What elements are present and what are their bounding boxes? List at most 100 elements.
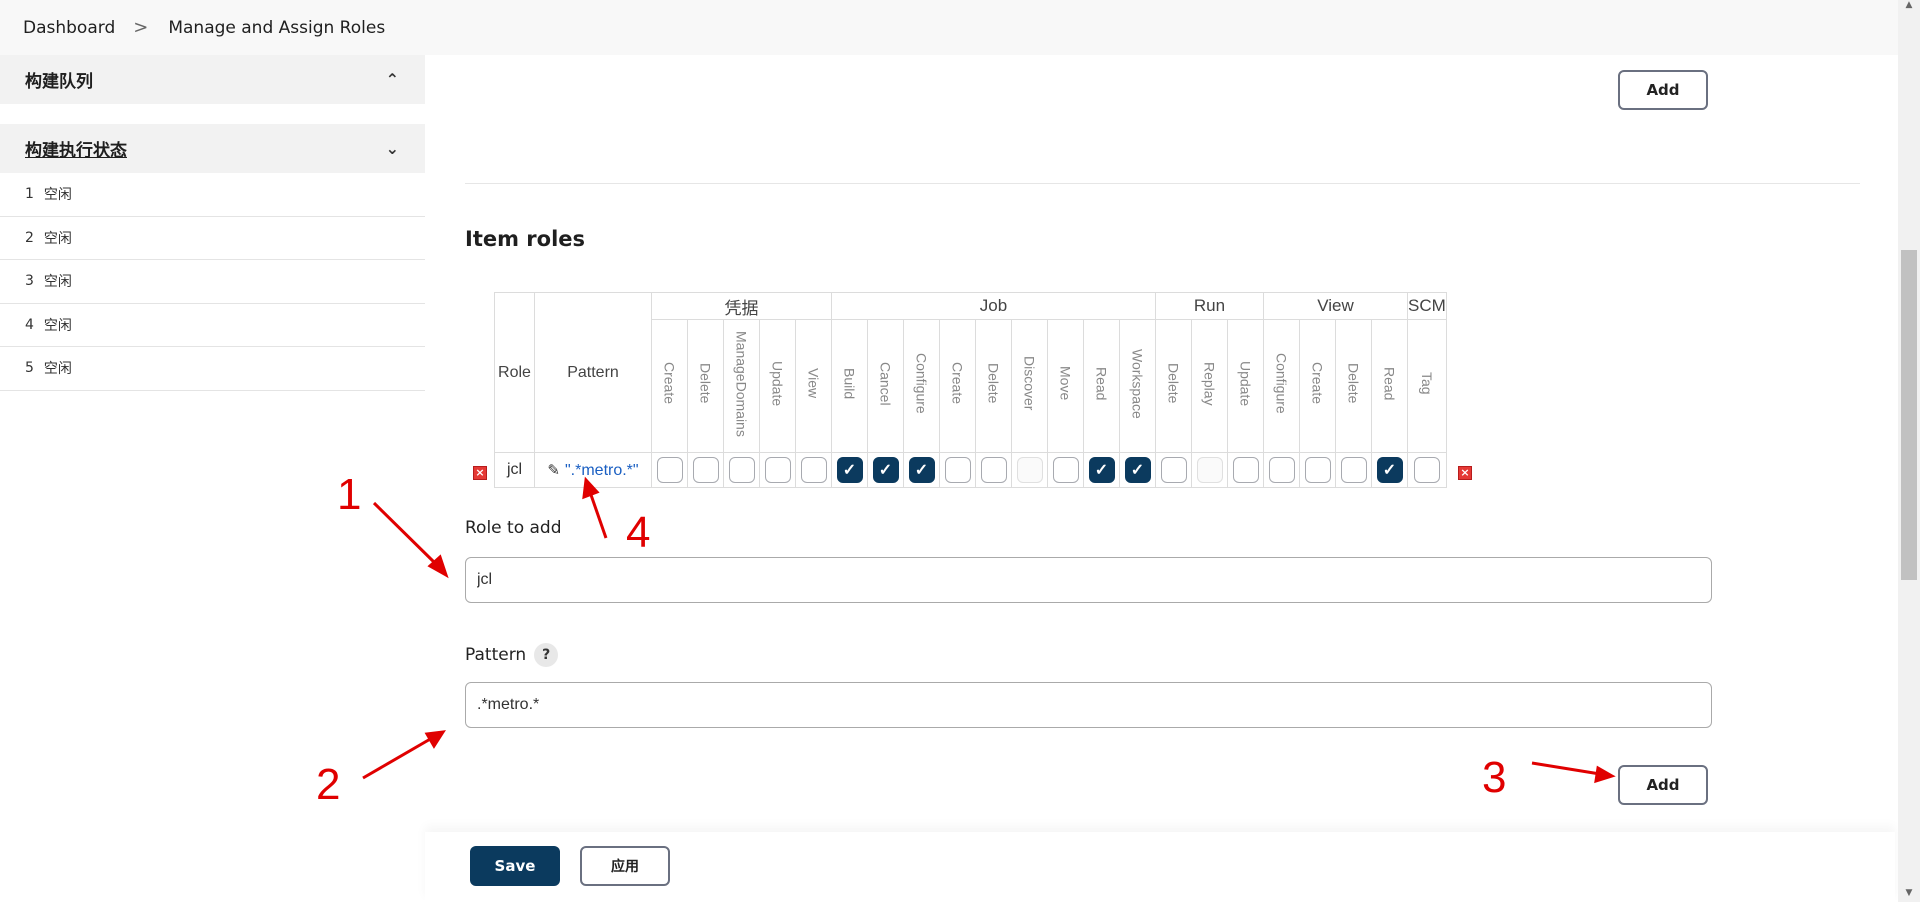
bottom-action-bar: Save 应用 (425, 832, 1895, 902)
permission-header: Create (651, 319, 688, 453)
permission-checkbox[interactable] (728, 457, 755, 483)
permission-group-header: SCM (1407, 292, 1447, 320)
permission-cell (1371, 452, 1408, 488)
breadcrumb-dashboard[interactable]: Dashboard (23, 18, 115, 38)
delete-row-icon-right[interactable]: × (1458, 466, 1472, 480)
permission-header: Delete (1155, 319, 1192, 453)
executor-number: 2 (25, 229, 34, 246)
permission-label: Discover (1021, 356, 1038, 411)
permission-header: Read (1083, 319, 1120, 453)
permission-label: Read (1381, 366, 1398, 401)
executor-item[interactable]: 2 空闲 (0, 217, 425, 260)
executor-status: 空闲 (43, 274, 72, 291)
permission-checkbox[interactable] (1124, 457, 1151, 483)
pencil-icon[interactable]: ✎ (547, 462, 560, 479)
executor-status: 空闲 (43, 317, 72, 334)
permission-header: Create (939, 319, 976, 453)
permission-label: Workspace (1129, 348, 1146, 419)
permission-header: Move (1047, 319, 1084, 453)
breadcrumb-current[interactable]: Manage and Assign Roles (168, 18, 385, 38)
item-roles-table: Role Pattern 凭据 Job Run View SCM Create Delet… (494, 292, 1447, 488)
pattern-cell: ✎ ".*metro.*" (534, 452, 652, 488)
role-column-header: Role (494, 292, 535, 453)
add-global-role-button[interactable]: Add (1618, 70, 1708, 110)
permission-label: Configure (1273, 353, 1290, 414)
permission-checkbox (1016, 457, 1043, 483)
executor-item[interactable]: 4 空闲 (0, 304, 425, 347)
permission-checkbox[interactable] (1376, 457, 1403, 483)
pattern-input[interactable] (465, 682, 1712, 728)
permission-header: Cancel (867, 319, 904, 453)
permission-group-header: Job (831, 292, 1156, 320)
permission-checkbox[interactable] (1413, 457, 1440, 483)
permission-checkbox[interactable] (1088, 457, 1115, 483)
role-to-add-label: Role to add (465, 518, 562, 538)
build-queue-header[interactable]: 构建队列 ⌃ (0, 55, 425, 104)
permission-label: Delete (1165, 363, 1182, 404)
permission-cell (867, 452, 904, 488)
pattern-label-row: Pattern ? (465, 643, 559, 667)
permission-group-header: View (1263, 292, 1408, 320)
pattern-label: Pattern (465, 645, 527, 665)
scroll-down-icon[interactable]: ▼ (1898, 888, 1920, 902)
permission-header: Discover (1011, 319, 1048, 453)
add-role-button[interactable]: Add (1618, 765, 1708, 805)
permission-checkbox[interactable] (1160, 457, 1187, 483)
permission-checkbox[interactable] (1232, 457, 1259, 483)
executor-list: 1 空闲 2 空闲 3 空闲 4 空闲 5 空闲 (0, 173, 425, 391)
permission-label: Cancel (877, 361, 894, 406)
permission-label: Move (1057, 366, 1074, 401)
permission-label: Update (1237, 360, 1254, 407)
annotation-1: 1 (337, 470, 362, 519)
permission-cell (1155, 452, 1192, 488)
permission-header: Delete (1335, 319, 1372, 453)
permission-checkbox[interactable] (908, 457, 935, 483)
permission-cell (1011, 452, 1048, 488)
permission-checkbox[interactable] (1052, 457, 1079, 483)
executor-item[interactable]: 3 空闲 (0, 260, 425, 304)
help-icon[interactable]: ? (534, 643, 559, 667)
save-button[interactable]: Save (470, 846, 560, 886)
permission-header: Workspace (1119, 319, 1156, 453)
permission-header: ManageDomains (723, 319, 760, 453)
permission-checkbox[interactable] (692, 457, 719, 483)
permission-cell (939, 452, 976, 488)
build-queue-title[interactable]: 构建队列 (25, 67, 93, 92)
permission-label: Build (841, 367, 858, 400)
permission-checkbox[interactable] (656, 457, 683, 483)
permission-header: Read (1371, 319, 1408, 453)
executor-number: 1 (25, 186, 34, 203)
pattern-link[interactable]: ".*metro.*" (565, 462, 639, 479)
executor-status-title[interactable]: 构建执行状态 (25, 136, 127, 161)
role-to-add-input[interactable] (465, 557, 1712, 603)
permission-header: View (795, 319, 832, 453)
scroll-up-icon[interactable]: ▲ (1898, 0, 1920, 14)
permission-checkbox[interactable] (1340, 457, 1367, 483)
permission-checkbox[interactable] (1268, 457, 1295, 483)
permission-checkbox[interactable] (800, 457, 827, 483)
permission-checkbox[interactable] (836, 457, 863, 483)
scroll-thumb[interactable] (1901, 250, 1917, 580)
delete-row-icon[interactable]: × (473, 466, 487, 480)
executor-status-header[interactable]: 构建执行状态 ⌄ (0, 124, 425, 173)
permission-cell (1335, 452, 1372, 488)
permission-cell (1263, 452, 1300, 488)
permission-checkbox[interactable] (1304, 457, 1331, 483)
executor-item[interactable]: 5 空闲 (0, 347, 425, 391)
permission-cell (831, 452, 868, 488)
annotation-2: 2 (316, 760, 341, 809)
permission-checkbox[interactable] (980, 457, 1007, 483)
permission-checkbox[interactable] (944, 457, 971, 483)
permission-cell (759, 452, 796, 488)
chevron-down-icon[interactable]: ⌄ (386, 139, 399, 158)
scrollbar[interactable]: ▲ ▼ (1898, 0, 1920, 902)
executor-item[interactable]: 1 空闲 (0, 173, 425, 217)
permission-checkbox[interactable] (872, 457, 899, 483)
apply-button[interactable]: 应用 (580, 846, 670, 886)
permission-cell (1119, 452, 1156, 488)
chevron-up-icon[interactable]: ⌃ (386, 70, 399, 89)
section-divider (465, 183, 1860, 184)
permission-checkbox[interactable] (764, 457, 791, 483)
breadcrumb-separator: > (133, 17, 149, 38)
permission-cell (795, 452, 832, 488)
